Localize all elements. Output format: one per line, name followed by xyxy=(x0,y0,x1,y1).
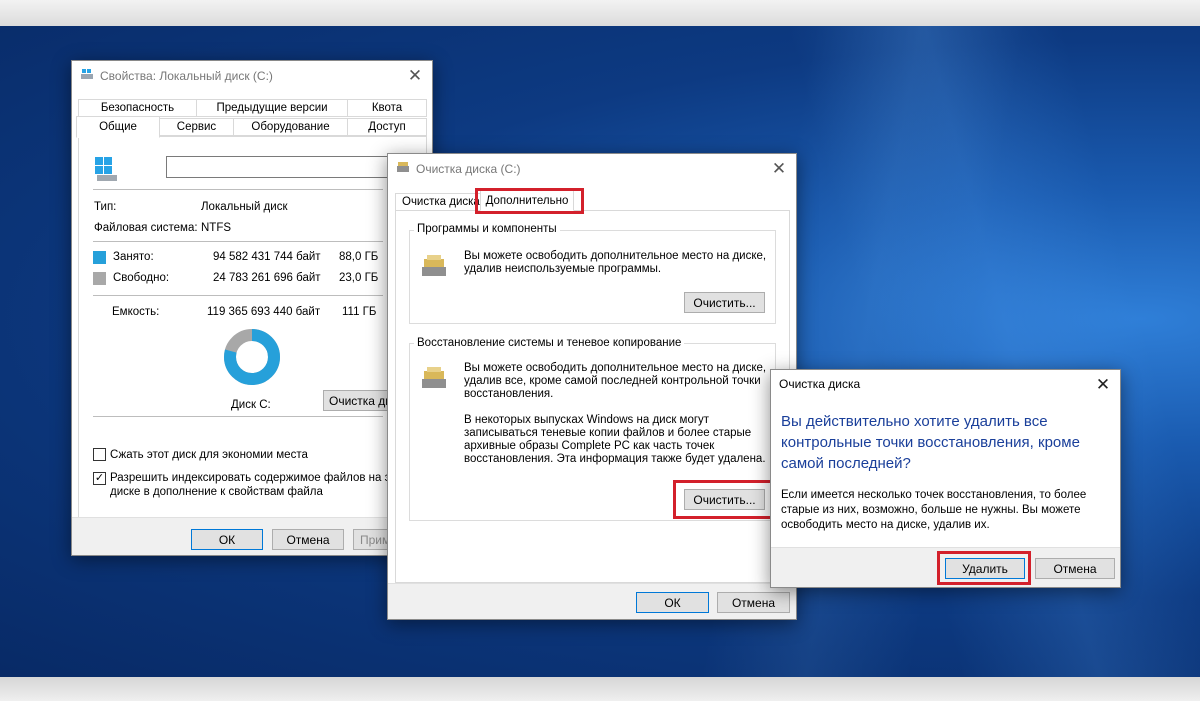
free-color-swatch xyxy=(93,272,106,285)
confirm-question-line1: Вы действительно хотите удалить все xyxy=(781,413,1048,430)
separator xyxy=(93,241,383,242)
ok-button[interactable]: ОК xyxy=(191,529,263,550)
confirm-title: Очистка диска xyxy=(779,377,861,391)
used-gb: 88,0 ГБ xyxy=(339,251,379,263)
index-label-line2: диске в дополнение к свойствам файла xyxy=(110,486,323,498)
used-color-swatch xyxy=(93,251,106,264)
disk-properties-window: Свойства: Локальный диск (C:) ✕ Безопасн… xyxy=(71,60,433,556)
type-value: Локальный диск xyxy=(201,201,288,213)
confirm-info-line2: старые из них, возможно, больше не нужны… xyxy=(781,504,1081,516)
windows-drive-icon xyxy=(94,156,120,185)
cancel-button[interactable]: Отмена xyxy=(1035,558,1115,579)
cleanup-title: Очистка диска (C:) xyxy=(416,161,521,176)
confirm-dialog: Очистка диска ✕ Вы действительно хотите … xyxy=(770,369,1121,588)
tab-hardware[interactable]: Оборудование xyxy=(233,118,348,136)
index-label-line1: Разрешить индексировать содержимое файло… xyxy=(110,472,387,484)
restore-text-line4: В некоторых выпусках Windows на диск мог… xyxy=(464,414,710,426)
restore-text-line7: восстановления. Эта информация также буд… xyxy=(464,453,766,465)
cancel-button[interactable]: Отмена xyxy=(717,592,790,613)
programs-cleanup-button[interactable]: Очистить... xyxy=(684,292,765,313)
filesystem-value: NTFS xyxy=(201,222,232,234)
compress-checkbox[interactable] xyxy=(93,448,106,461)
drive-name-input[interactable] xyxy=(166,156,422,178)
tab-general[interactable]: Общие xyxy=(76,116,160,138)
close-icon[interactable]: ✕ xyxy=(398,61,432,90)
restore-text-line5: записываться теневые копии файлов и боле… xyxy=(464,427,752,439)
type-label: Тип: xyxy=(94,201,117,213)
free-label: Свободно: xyxy=(113,272,170,284)
tab-previous-versions[interactable]: Предыдущие версии xyxy=(196,99,348,117)
confirm-question-line2: контрольные точки восстановления, кроме xyxy=(781,434,1080,451)
properties-title: Свойства: Локальный диск (C:) xyxy=(100,68,273,83)
tab-quota[interactable]: Квота xyxy=(347,99,427,117)
restore-icon xyxy=(419,365,449,394)
confirm-info-line1: Если имеется несколько точек восстановле… xyxy=(781,489,1087,501)
cancel-button[interactable]: Отмена xyxy=(272,529,344,550)
confirm-question-line3: самой последней? xyxy=(781,455,911,472)
restore-text-line3: восстановления. xyxy=(464,388,554,400)
tab-service[interactable]: Сервис xyxy=(159,118,234,136)
confirm-info-line3: освободить место на диске, удалив их. xyxy=(781,519,990,531)
programs-icon xyxy=(419,253,449,282)
programs-text-line1: Вы можете освободить дополнительное мест… xyxy=(464,250,767,262)
disk-cleanup-window: Очистка диска (C:) ✕ Очистка диска Допол… xyxy=(387,153,797,620)
capacity-bytes: 119 365 693 440 байт xyxy=(207,306,321,318)
free-bytes: 24 783 261 696 байт xyxy=(213,272,321,284)
used-bytes: 94 582 431 744 байт xyxy=(213,251,321,263)
tab-sharing[interactable]: Доступ xyxy=(347,118,427,136)
separator xyxy=(93,189,383,190)
properties-titlebar: Свойства: Локальный диск (C:) ✕ xyxy=(72,61,432,90)
disk-label: Диск C: xyxy=(231,399,271,411)
disk-usage-donut xyxy=(224,329,280,385)
highlight-more-options-tab xyxy=(475,188,584,214)
close-icon[interactable]: ✕ xyxy=(762,154,796,183)
tab-disk-cleanup[interactable]: Очистка диска xyxy=(395,193,482,211)
photo-frame-bottom xyxy=(0,677,1200,701)
restore-text-line6: архивные образы Complete PC как часть то… xyxy=(464,440,715,452)
separator xyxy=(93,295,383,296)
programs-text-line2: удалив неиспользуемые программы. xyxy=(464,263,662,275)
disk-cleanup-icon xyxy=(396,161,410,176)
separator xyxy=(93,416,383,417)
highlight-restore-cleanup-button xyxy=(673,480,774,519)
highlight-delete-button xyxy=(937,551,1031,585)
capacity-label: Емкость: xyxy=(112,306,160,318)
close-icon[interactable]: ✕ xyxy=(1086,370,1120,399)
free-gb: 23,0 ГБ xyxy=(339,272,379,284)
tab-security[interactable]: Безопасность xyxy=(78,99,197,117)
index-checkbox[interactable]: ✓ xyxy=(93,472,106,485)
capacity-gb: 111 ГБ xyxy=(342,306,377,318)
restore-group-title: Восстановление системы и теневое копиров… xyxy=(414,337,685,349)
ok-button[interactable]: ОК xyxy=(636,592,709,613)
confirm-titlebar: Очистка диска ✕ xyxy=(771,370,1120,398)
restore-text-line2: удалив все, кроме самой последней контро… xyxy=(464,375,761,387)
restore-text-line1: Вы можете освободить дополнительное мест… xyxy=(464,362,767,374)
compress-label: Сжать этот диск для экономии места xyxy=(110,449,308,461)
photo-frame-top xyxy=(0,0,1200,26)
filesystem-label: Файловая система: xyxy=(94,222,198,234)
drive-icon xyxy=(80,68,94,83)
cleanup-titlebar: Очистка диска (C:) ✕ xyxy=(388,154,796,183)
programs-group-title: Программы и компоненты xyxy=(414,223,560,235)
used-label: Занято: xyxy=(113,251,154,263)
